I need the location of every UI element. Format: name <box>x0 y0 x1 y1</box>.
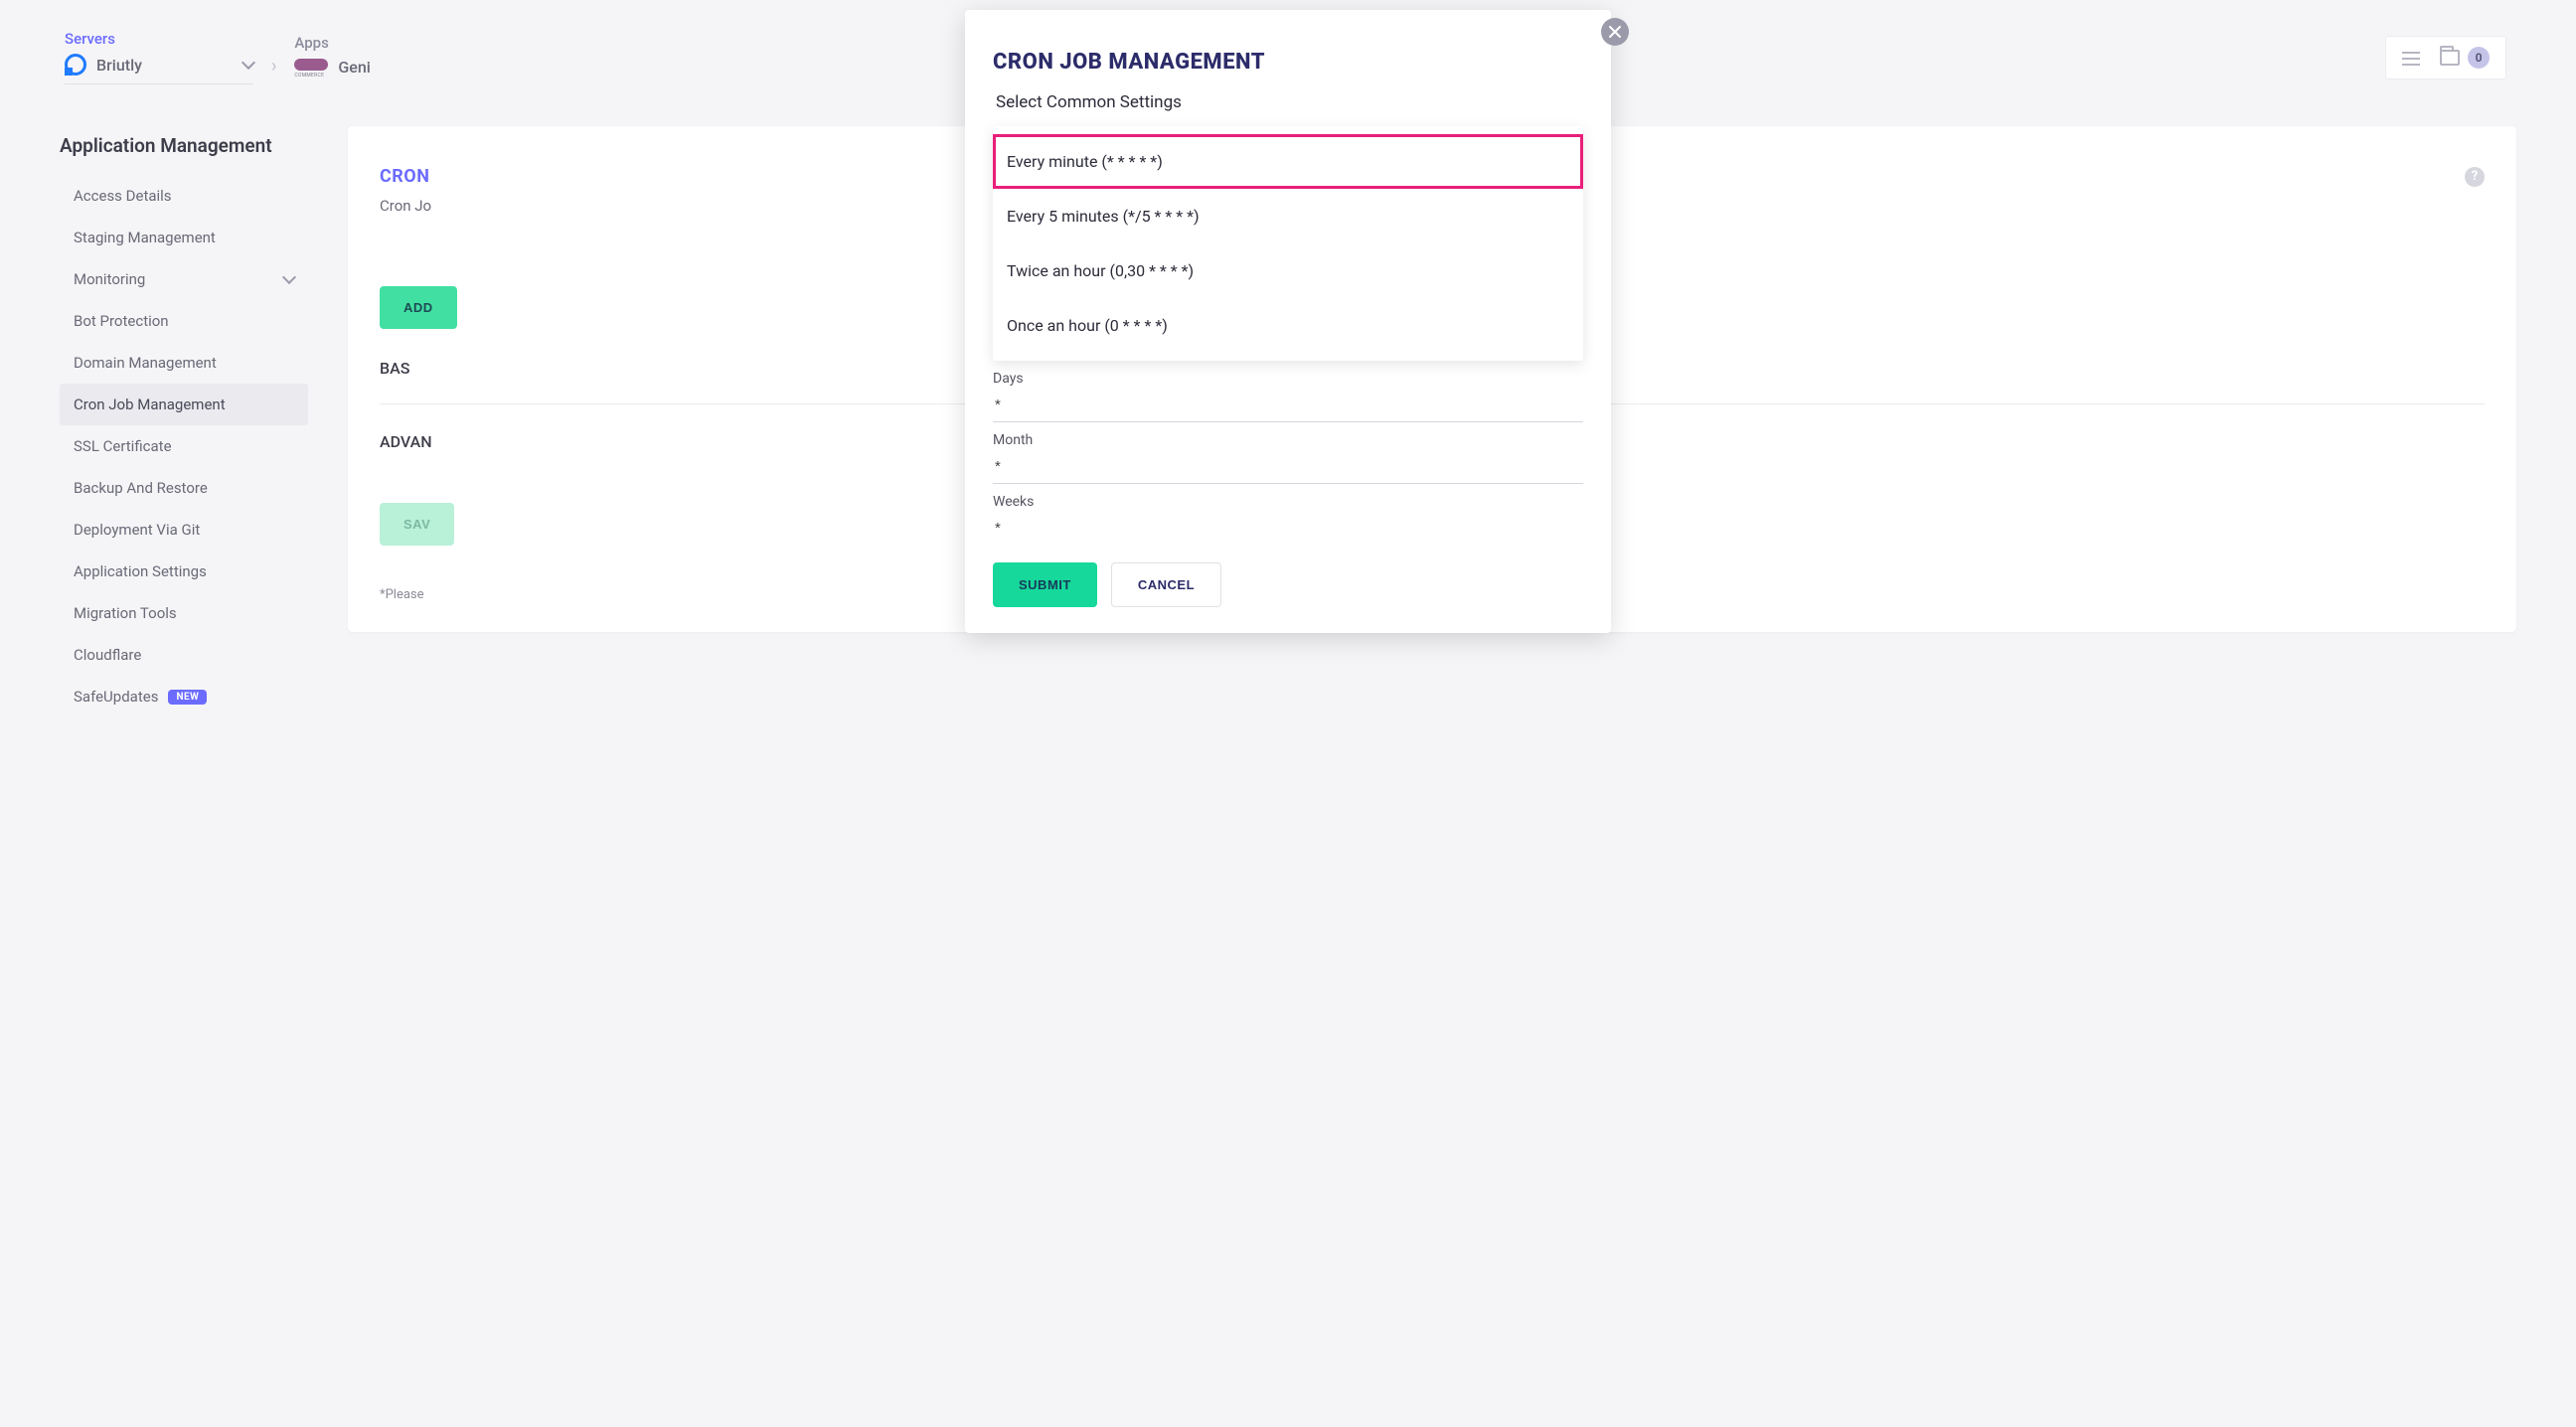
weeks-input[interactable] <box>993 510 1583 545</box>
dropdown-option-once-an-hour[interactable]: Once an hour (0 * * * *) <box>993 298 1583 353</box>
sidebar-item-label: SafeUpdates <box>74 688 158 706</box>
server-name: Briutly <box>96 56 234 75</box>
content-title: CRON <box>380 166 429 187</box>
common-settings-dropdown: Every minute (* * * * *) Every 5 minutes… <box>993 126 1583 361</box>
save-button[interactable]: SAV <box>380 503 454 546</box>
sidebar-item-migration-tools[interactable]: Migration Tools <box>60 592 308 634</box>
days-input[interactable] <box>993 387 1583 422</box>
sidebar-item-safeupdates[interactable]: SafeUpdates NEW <box>60 676 308 717</box>
dropdown-option-every-minute[interactable]: Every minute (* * * * *) <box>993 134 1583 189</box>
sidebar-item-label: Application Settings <box>74 562 207 580</box>
help-icon[interactable]: ? <box>2465 167 2485 187</box>
submit-button[interactable]: SUBMIT <box>993 562 1097 607</box>
chevron-down-icon[interactable] <box>242 56 255 70</box>
app-name: Geni <box>338 58 370 77</box>
dropdown-option-twice-an-hour[interactable]: Twice an hour (0,30 * * * *) <box>993 243 1583 298</box>
breadcrumb: Servers Briutly › Apps COMMERCE Geni <box>65 30 371 84</box>
apps-label: Apps <box>294 34 370 52</box>
woocommerce-icon: COMMERCE <box>294 59 328 77</box>
sidebar-item-label: Cloudflare <box>74 646 141 664</box>
sidebar-item-label: Cron Job Management <box>74 396 226 413</box>
sidebar-item-staging[interactable]: Staging Management <box>60 217 308 258</box>
sidebar-item-label: Migration Tools <box>74 604 177 622</box>
days-label: Days <box>993 371 1583 387</box>
sidebar: Application Management Access Details St… <box>60 104 308 717</box>
common-settings-label[interactable]: Select Common Settings <box>993 92 1583 112</box>
sidebar-item-cloudflare[interactable]: Cloudflare <box>60 634 308 676</box>
month-input[interactable] <box>993 448 1583 484</box>
add-cron-button[interactable]: ADD <box>380 286 457 329</box>
servers-label: Servers <box>65 30 253 48</box>
list-icon[interactable] <box>2402 50 2422 66</box>
sidebar-item-monitoring[interactable]: Monitoring <box>60 258 308 300</box>
sidebar-item-deployment-git[interactable]: Deployment Via Git <box>60 509 308 551</box>
month-label: Month <box>993 432 1583 448</box>
sidebar-item-application-settings[interactable]: Application Settings <box>60 551 308 592</box>
sidebar-item-domain-management[interactable]: Domain Management <box>60 342 308 384</box>
sidebar-item-label: Domain Management <box>74 354 217 372</box>
sidebar-item-access-details[interactable]: Access Details <box>60 175 308 217</box>
sidebar-item-ssl-certificate[interactable]: SSL Certificate <box>60 425 308 467</box>
folder-icon[interactable] <box>2440 50 2460 66</box>
count-badge: 0 <box>2468 47 2490 69</box>
sidebar-item-label: Backup And Restore <box>74 479 208 497</box>
new-badge: NEW <box>168 690 207 705</box>
sidebar-item-cron-job-management[interactable]: Cron Job Management <box>60 384 308 425</box>
weeks-label: Weeks <box>993 494 1583 510</box>
close-icon <box>1609 26 1621 38</box>
sidebar-title: Application Management <box>60 134 308 157</box>
sidebar-item-bot-protection[interactable]: Bot Protection <box>60 300 308 342</box>
sidebar-item-label: Deployment Via Git <box>74 521 200 539</box>
sidebar-item-backup-restore[interactable]: Backup And Restore <box>60 467 308 509</box>
sidebar-item-label: Monitoring <box>74 270 145 288</box>
cancel-button[interactable]: CANCEL <box>1111 562 1221 607</box>
sidebar-item-label: Staging Management <box>74 229 216 246</box>
sidebar-item-label: Bot Protection <box>74 312 169 330</box>
chevron-down-icon[interactable] <box>282 270 296 284</box>
breadcrumb-apps[interactable]: Apps COMMERCE Geni <box>294 34 370 84</box>
modal-title: CRON JOB MANAGEMENT <box>993 50 1583 75</box>
cron-modal: CRON JOB MANAGEMENT Select Common Settin… <box>965 10 1611 633</box>
dropdown-option-every-5-minutes[interactable]: Every 5 minutes (*/5 * * * *) <box>993 189 1583 243</box>
breadcrumb-separator: › <box>271 56 276 84</box>
close-button[interactable] <box>1601 18 1629 46</box>
sidebar-menu: Access Details Staging Management Monito… <box>60 175 308 717</box>
sidebar-item-label: Access Details <box>74 187 172 205</box>
sidebar-item-label: SSL Certificate <box>74 437 172 455</box>
breadcrumb-servers[interactable]: Servers Briutly <box>65 30 253 84</box>
digitalocean-icon <box>65 54 86 76</box>
topbar-right-widget: 0 <box>2385 36 2506 79</box>
